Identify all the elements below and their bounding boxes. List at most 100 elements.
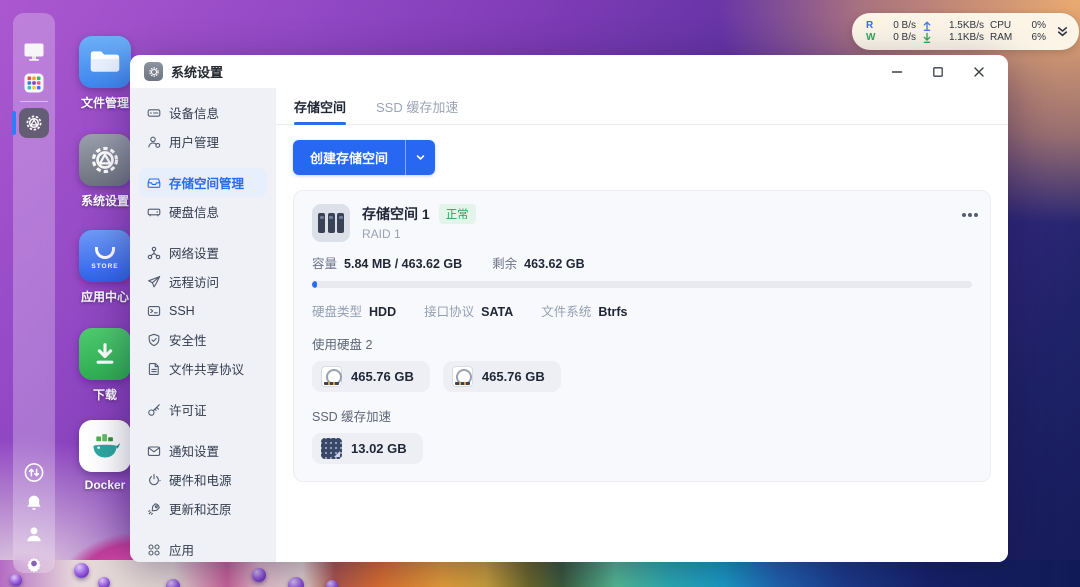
bubble [166,579,180,587]
maximize-button[interactable] [931,65,945,79]
tab-storage-space[interactable]: 存储空间 [294,88,347,125]
sidebar-item-file-sharing-protocols[interactable]: 文件共享协议 [139,354,267,383]
create-storage-split-button[interactable]: 创建存储空间 [293,140,436,175]
disk-type-label: 硬盘类型 [312,305,363,319]
app-label: 下载 [92,388,117,402]
ssd-size: 13.02 GB [351,441,407,456]
desktop-app-file-manager[interactable]: 文件管理 [76,36,134,111]
sidebar-item-hardware-power[interactable]: 硬件和电源 [139,465,267,494]
desktop-app-app-center[interactable]: STORE 应用中心 [76,230,134,305]
sidebar-item-remote-access[interactable]: 远程访问 [139,267,267,296]
sidebar-item-device-info[interactable]: 设备信息 [139,98,267,127]
settings-button[interactable] [25,554,44,573]
download-icon [96,343,114,364]
app-label: Docker [84,478,126,492]
sidebar-item-applications[interactable]: 应用 [139,535,267,562]
sidebar-item-label: 网络设置 [169,247,220,261]
app-grid-icon [24,73,44,93]
key-icon [148,403,160,416]
ram-label: RAM [990,32,1013,43]
desktop-app-download[interactable]: 下载 [76,328,134,403]
sidebar-item-label: 用户管理 [169,136,220,150]
device-icon [147,108,161,117]
bubble [326,580,338,587]
sidebar-item-disk-info[interactable]: 硬盘信息 [139,197,267,226]
status-badge: 正常 [438,204,476,224]
minimize-button[interactable] [890,65,904,79]
sidebar-item-label: 通知设置 [169,445,220,459]
window-controls [890,65,986,79]
capacity-label: 容量 [312,257,338,271]
system-stats-widget[interactable]: R 0 B/s 1.5KB/s CPU 0% W 0 B/s 1.1KB/s R… [852,13,1079,50]
sidebar-item-network-settings[interactable]: 网络设置 [139,238,267,267]
sidebar-item-ssh[interactable]: SSH [139,296,267,325]
more-options-button[interactable] [968,213,972,217]
disk-chip[interactable]: 465.76 GB [442,361,561,392]
ram-value: 6% [1031,32,1046,43]
ssd-cache-label: SSD 缓存加速 [312,410,392,424]
power-icon [149,473,161,485]
storage-icon [147,177,161,188]
bubble [288,577,304,587]
dock-divider [20,101,48,102]
shield-check-icon [148,333,160,346]
sidebar-item-storage-management[interactable]: 存储空间管理 [139,168,267,197]
capacity-value: 5.84 MB / 463.62 GB [344,257,463,271]
sidebar-item-label: 硬件和电源 [169,474,232,488]
disk-size: 465.76 GB [481,369,545,384]
ssd-chip[interactable]: 13.02 GB [312,433,423,464]
raid-level: RAID 1 [362,227,401,241]
bubble [10,574,22,586]
download-value: 1.1KB/s [948,32,984,43]
sidebar-item-update-restore[interactable]: 更新和还原 [139,494,267,523]
create-storage-dropdown[interactable] [405,140,436,175]
desktop-app-docker[interactable]: Docker [76,420,134,492]
collapse-chevrons-icon[interactable] [1056,25,1069,38]
minimize-icon [891,70,903,73]
close-button[interactable] [972,65,986,79]
capacity-progress-fill [312,281,318,288]
create-storage-button[interactable]: 创建存储空间 [293,140,406,175]
app-label: 系统设置 [80,194,129,208]
dock [12,13,55,573]
sidebar-item-user-management[interactable]: 用户管理 [139,127,267,156]
storage-volume-card: 存储空间 1 正常 RAID 1 容量 5.84 MB / 463.62 GB 剩… [293,190,991,482]
volume-name: 存储空间 1 [362,206,430,222]
transfer-icon [24,463,44,482]
sidebar-item-notification-settings[interactable]: 通知设置 [139,436,267,465]
capacity-row: 容量 5.84 MB / 463.62 GB 剩余 463.62 GB [312,253,972,272]
dock-item-system-settings[interactable] [19,108,49,138]
sidebar-item-label: 安全性 [169,334,207,348]
bubble [252,568,266,582]
settings-sidebar: 设备信息 用户管理 存储空间管理 硬盘信息 网络设置 远程访问 SSH 安全性 … [130,88,276,562]
tab-ssd-cache[interactable]: SSD 缓存加速 [376,88,458,124]
rocket-icon [148,502,160,515]
window-title: 系统设置 [171,65,224,80]
terminal-icon [147,305,161,316]
transfer-tasks-button[interactable] [24,462,45,483]
used-disks-label: 使用硬盘 2 [312,338,373,352]
free-label: 剩余 [492,257,518,271]
desktop-app-system-settings[interactable]: 系统设置 [76,134,134,209]
protocol-value: SATA [481,305,514,319]
network-icon [147,246,161,259]
notifications-button[interactable] [24,493,44,513]
sidebar-item-security[interactable]: 安全性 [139,325,267,354]
close-icon [974,66,984,77]
sidebar-item-label: SSH [169,303,195,318]
ssd-chip-list: 13.02 GB [312,433,972,464]
document-icon [148,362,159,375]
sidebar-item-license[interactable]: 许可证 [139,395,267,424]
user-account-button[interactable] [24,524,44,544]
cpu-value: 0% [1031,20,1046,31]
system-settings-window: 系统设置 设备信息 用户管理 存储空间管理 硬盘信息 网络设置 远程访问 SSH… [130,55,1008,562]
gear-icon [148,66,159,77]
sidebar-item-label: 许可证 [169,404,207,418]
disk-chip[interactable]: 465.76 GB [312,361,430,392]
window-titlebar[interactable]: 系统设置 [130,55,1008,88]
wallpaper-stripes [0,560,1080,587]
store-bag-icon [95,246,115,259]
write-label: W [866,32,876,43]
app-launcher-button[interactable] [22,71,46,95]
show-desktop-button[interactable] [22,40,47,64]
